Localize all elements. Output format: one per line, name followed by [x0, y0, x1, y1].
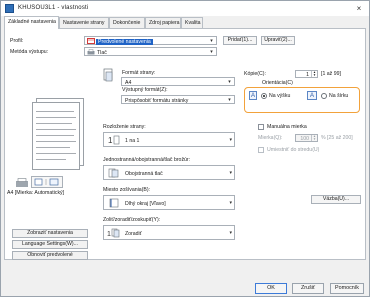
spinner-arrows-icon[interactable]: ▴ ▾: [311, 70, 317, 77]
output-method-select[interactable]: Tlač ▾: [84, 47, 217, 56]
chevron-down-icon: ▾: [228, 97, 231, 103]
manual-scaling-label[interactable]: Manuálna mierka: [267, 124, 307, 130]
copies-label: Kópie(C):: [244, 71, 266, 77]
tab-paper-source[interactable]: Zdroj papiera: [145, 17, 181, 28]
layout-select[interactable]: 1 1 na 1 ▾: [103, 132, 235, 147]
printer-app-icon: [5, 4, 14, 13]
portrait-radio[interactable]: [261, 93, 267, 99]
printer-icon: [87, 49, 95, 55]
output-method-value: Tlač: [97, 49, 107, 56]
orientation-group: [244, 87, 360, 113]
binding-left-icon: [107, 198, 121, 208]
chevron-down-icon: ▾: [228, 79, 231, 85]
language-settings-button[interactable]: Language Settings(W)...: [12, 240, 88, 249]
chevron-down-icon: ▾: [229, 137, 232, 143]
binding-value: Dlhý okraj [Vľavo]: [125, 200, 166, 207]
edit-profile-button[interactable]: Upraviť(2)...: [261, 36, 295, 45]
portrait-label[interactable]: Na výšku: [269, 93, 290, 99]
preview-toggle-icon[interactable]: [31, 176, 63, 188]
output-method-label: Metóda výstupu:: [10, 49, 49, 55]
preview-page: [32, 102, 80, 170]
gutter-button[interactable]: Väzba(U)...: [311, 195, 361, 204]
profile-label: Profil:: [10, 38, 24, 44]
close-button[interactable]: ×: [353, 3, 365, 14]
layout-label: Rozloženie strany:: [103, 124, 146, 130]
portrait-icon: A: [249, 91, 257, 100]
profile-value: Predvolené nastavenia: [96, 38, 153, 45]
add-profile-button[interactable]: Pridať(1)...: [223, 36, 257, 45]
layout-value: 1 na 1: [125, 137, 140, 144]
printer-preview-icon: [15, 178, 29, 188]
page-size-select[interactable]: A4 ▾: [121, 77, 235, 86]
duplex-label: Jednostranná/obojstranná/tlač brožúr:: [103, 157, 191, 163]
help-button[interactable]: Pomocník: [330, 283, 364, 294]
output-size-select[interactable]: Prispôsobiť formátu stránky ▾: [121, 95, 235, 104]
title-bar: KHUSOU3L1 - vlastnosti ×: [1, 1, 369, 16]
cancel-button[interactable]: Zrušiť: [292, 283, 324, 294]
page-size-label: Formát strany:: [122, 70, 156, 76]
duplex-value: Obojstranná tlač: [125, 170, 163, 177]
chevron-down-icon: ▾: [229, 230, 232, 236]
chevron-down-icon: ▾: [210, 49, 213, 55]
binding-select[interactable]: Dlhý okraj [Vľavo] ▾: [103, 195, 235, 210]
scale-spinner[interactable]: 100 ▴ ▾: [295, 134, 318, 142]
window-title: KHUSOU3L1 - vlastnosti: [18, 5, 89, 11]
finishing-value: Zoradiť: [125, 230, 142, 237]
tab-basic-settings[interactable]: Základné nastavenia: [4, 16, 59, 29]
basic-settings-panel: Profil: Predvolené nastavenia ▾ Pridať(1…: [4, 28, 366, 260]
copies-spinner[interactable]: 1 ▴ ▾: [295, 70, 318, 78]
duplex-icon: [107, 168, 121, 178]
scale-value: 100: [300, 136, 309, 142]
tab-page-setup[interactable]: Nastavenie strany: [59, 17, 109, 28]
page-preview: A4 [Mierka: Automatický]: [7, 84, 94, 234]
scale-label: Mierka(Q):: [258, 135, 283, 141]
page-size-value: A4: [125, 79, 132, 86]
output-size-value: Prispôsobiť formátu stránky: [125, 97, 189, 104]
manual-scaling-checkbox[interactable]: [258, 124, 264, 130]
landscape-icon: A: [307, 91, 317, 100]
restore-defaults-button[interactable]: Obnoviť predvolené: [12, 251, 88, 260]
collate-icon: 1: [107, 228, 121, 238]
chevron-down-icon: ▾: [229, 200, 232, 206]
tab-quality[interactable]: Kvalita: [181, 17, 203, 28]
center-label[interactable]: Umiestniť do stredu(U): [267, 147, 319, 153]
orientation-label: Orientácia(C): [262, 80, 293, 86]
preview-caption: A4 [Mierka: Automatický]: [7, 190, 65, 196]
profile-select[interactable]: Predvolené nastavenia ▾: [84, 36, 217, 45]
page-size-icon: [101, 68, 115, 82]
binding-label: Miesto zošívania(B):: [103, 187, 150, 193]
layout-1-on-1-icon: 1: [107, 135, 121, 145]
output-size-label: Výstupný formát(Z):: [122, 87, 168, 93]
copies-range: [1 až 99]: [321, 71, 341, 77]
scale-range: % [25 až 200]: [321, 135, 353, 141]
landscape-radio[interactable]: [321, 93, 327, 99]
svg-text:1: 1: [108, 136, 113, 145]
center-checkbox[interactable]: [258, 147, 264, 153]
duplex-select[interactable]: Obojstranná tlač ▾: [103, 165, 235, 180]
tab-finishing[interactable]: Dokončenie: [109, 17, 145, 28]
profile-icon: [87, 38, 95, 44]
chevron-down-icon: ▾: [229, 170, 232, 176]
spinner-arrows-icon[interactable]: ▴ ▾: [311, 134, 317, 141]
show-settings-button[interactable]: Zobraziť nastavenia: [12, 229, 88, 238]
finishing-label: Zoliť/zoradiť/zoskupiť(Y):: [103, 217, 161, 223]
finishing-select[interactable]: 1 Zoradiť ▾: [103, 225, 235, 240]
ok-button[interactable]: OK: [255, 283, 287, 294]
landscape-label[interactable]: Na šírku: [329, 93, 348, 99]
copies-value: 1: [306, 72, 309, 78]
chevron-down-icon: ▾: [210, 38, 213, 44]
properties-dialog: KHUSOU3L1 - vlastnosti × Základné nastav…: [0, 0, 370, 297]
svg-text:1: 1: [107, 231, 111, 238]
